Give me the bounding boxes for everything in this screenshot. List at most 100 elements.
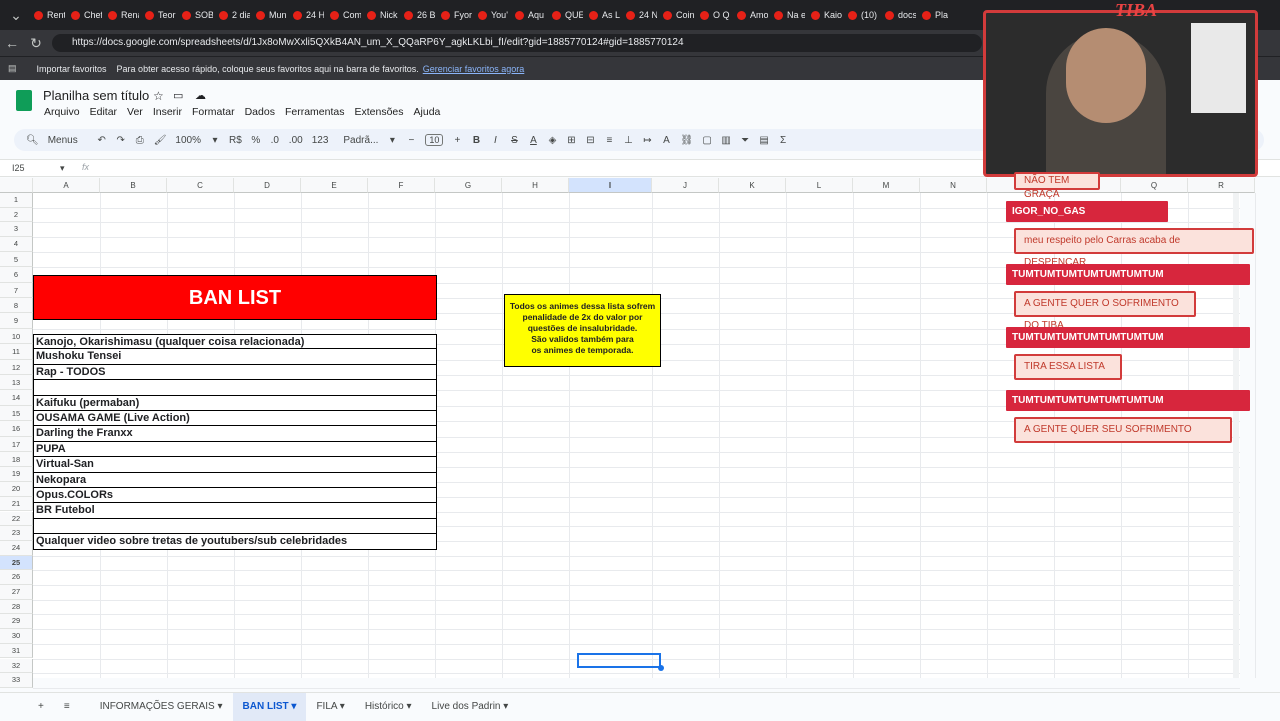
menu-editar[interactable]: Editar: [90, 106, 117, 118]
align-icon[interactable]: ≡: [604, 135, 614, 146]
row-header[interactable]: 22: [0, 511, 33, 527]
chart-icon[interactable]: ▥: [721, 135, 731, 146]
sheet-tab[interactable]: BAN LIST ▾: [232, 692, 307, 721]
row-header[interactable]: 19: [0, 467, 33, 483]
selected-cell[interactable]: [577, 653, 661, 668]
print-icon[interactable]: ⎙: [135, 135, 145, 146]
row-header[interactable]: 26: [0, 570, 33, 585]
menu-extensões[interactable]: Extensões: [354, 106, 403, 118]
browser-tab[interactable]: QUE: [546, 4, 583, 26]
all-sheets-icon[interactable]: ≡: [54, 693, 80, 721]
row-header[interactable]: 8: [0, 298, 33, 314]
browser-tab[interactable]: Amo: [731, 4, 768, 26]
font-size-increase[interactable]: +: [452, 135, 462, 146]
manage-bookmarks-link[interactable]: Gerenciar favoritos agora: [423, 64, 525, 74]
chevron-down-icon[interactable]: ▾: [404, 701, 412, 712]
redo-icon[interactable]: ↷: [116, 135, 126, 146]
ban-list-item[interactable]: Darling the Franxx: [33, 426, 437, 442]
browser-tab[interactable]: Com: [324, 4, 361, 26]
browser-tab[interactable]: Mun: [250, 4, 287, 26]
star-icon[interactable]: ☆: [153, 89, 164, 103]
text-color-icon[interactable]: A: [528, 135, 538, 146]
browser-tab[interactable]: 2 dia: [213, 4, 250, 26]
column-header[interactable]: F: [368, 178, 435, 193]
browser-tab[interactable]: Fyor: [435, 4, 472, 26]
row-header[interactable]: 6: [0, 267, 33, 283]
decimal-more-button[interactable]: .00: [289, 135, 303, 146]
comment-icon[interactable]: ▢: [702, 135, 712, 146]
undo-icon[interactable]: ↶: [97, 135, 107, 146]
row-header[interactable]: 30: [0, 629, 33, 644]
tab-search-icon[interactable]: ⌄: [4, 7, 28, 24]
column-header[interactable]: A: [33, 178, 100, 193]
browser-tab[interactable]: 24 H: [287, 4, 324, 26]
ban-list-item[interactable]: Qualquer video sobre tretas de youtubers…: [33, 534, 437, 550]
column-header[interactable]: R: [1188, 178, 1255, 193]
ban-list-item[interactable]: Mushoku Tensei: [33, 349, 437, 365]
font-size-field[interactable]: 10: [425, 134, 444, 146]
ban-list-item[interactable]: BR Futebol: [33, 503, 437, 519]
fill-handle[interactable]: [658, 665, 664, 671]
ban-list-item[interactable]: Rap - TODOS: [33, 364, 437, 381]
browser-tab[interactable]: Kaio: [805, 4, 842, 26]
browser-tab[interactable]: 26 B: [398, 4, 435, 26]
menu-arquivo[interactable]: Arquivo: [44, 106, 80, 118]
reload-icon[interactable]: ↻: [24, 35, 48, 52]
browser-tab[interactable]: docs: [879, 4, 916, 26]
currency-button[interactable]: R$: [229, 135, 242, 146]
italic-icon[interactable]: I: [490, 135, 500, 146]
ban-list-title[interactable]: BAN LIST: [33, 275, 437, 320]
row-header[interactable]: 16: [0, 421, 33, 437]
folder-icon[interactable]: ▭: [173, 89, 183, 102]
ban-list-item[interactable]: Opus.COLORs: [33, 488, 437, 504]
browser-tab[interactable]: SOBI: [176, 4, 213, 26]
browser-tab[interactable]: Teor: [139, 4, 176, 26]
zoom-select[interactable]: 100%: [175, 135, 201, 146]
menu-ajuda[interactable]: Ajuda: [414, 106, 441, 118]
note-cell[interactable]: Todos os animes dessa lista sofrem penali…: [504, 294, 661, 367]
browser-tab[interactable]: Coin: [657, 4, 694, 26]
row-header[interactable]: 32: [0, 658, 33, 674]
ban-list-item[interactable]: OUSAMA GAME (Live Action): [33, 411, 437, 427]
row-header[interactable]: 24: [0, 540, 33, 556]
chevron-down-icon[interactable]: ▾: [60, 163, 65, 174]
chevron-down-icon[interactable]: ▾: [387, 135, 397, 146]
row-header[interactable]: 20: [0, 482, 33, 497]
chevron-down-icon[interactable]: ▾: [337, 701, 345, 712]
chevron-down-icon[interactable]: ▾: [210, 135, 220, 146]
browser-tab[interactable]: Chef: [65, 4, 102, 26]
browser-tab[interactable]: Rena: [102, 4, 139, 26]
browser-tab[interactable]: Aqu: [509, 4, 546, 26]
menu-inserir[interactable]: Inserir: [153, 106, 182, 118]
ban-list-item[interactable]: PUPA: [33, 441, 437, 458]
browser-tab[interactable]: O Q: [694, 4, 731, 26]
column-header[interactable]: C: [167, 178, 234, 193]
search-icon[interactable]: 🔍︎: [26, 135, 39, 146]
row-header[interactable]: 33: [0, 673, 33, 688]
browser-tab[interactable]: Rent: [28, 4, 65, 26]
menu-dados[interactable]: Dados: [245, 106, 275, 118]
chevron-down-icon[interactable]: ▾: [289, 701, 296, 712]
chevron-down-icon[interactable]: ▾: [215, 701, 222, 712]
select-all-corner[interactable]: [0, 178, 33, 193]
valign-icon[interactable]: ⊥: [623, 135, 633, 146]
row-header[interactable]: 13: [0, 375, 33, 391]
sheet-tab[interactable]: Live dos Padrin ▾: [422, 693, 519, 721]
ban-list-item[interactable]: [33, 380, 437, 396]
font-size-decrease[interactable]: −: [406, 135, 416, 146]
column-header[interactable]: I: [569, 178, 652, 193]
column-header[interactable]: D: [234, 178, 301, 193]
menu-ver[interactable]: Ver: [127, 106, 143, 118]
browser-tab[interactable]: Na e: [768, 4, 805, 26]
fill-color-icon[interactable]: ◈: [547, 135, 557, 146]
row-header[interactable]: 10: [0, 328, 33, 345]
back-icon[interactable]: ←: [0, 35, 24, 51]
column-header[interactable]: H: [502, 178, 569, 193]
filter-views-icon[interactable]: ▤: [759, 135, 769, 146]
menus-search[interactable]: Menus: [48, 135, 78, 146]
ban-list-item[interactable]: [33, 518, 437, 535]
row-header[interactable]: 7: [0, 282, 33, 298]
percent-button[interactable]: %: [251, 135, 261, 146]
column-header[interactable]: G: [435, 178, 502, 193]
column-header[interactable]: J: [652, 178, 719, 193]
